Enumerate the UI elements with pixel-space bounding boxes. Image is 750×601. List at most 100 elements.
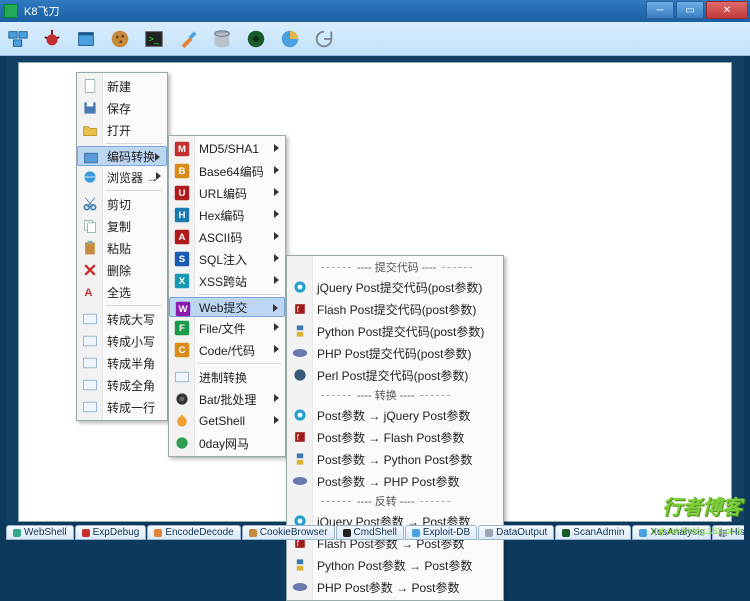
menu-item-label: URL编码 <box>199 185 247 202</box>
menu-item-label: 浏览器 → <box>107 169 158 186</box>
menu-item[interactable]: PHP Post提交代码(post参数) <box>287 342 503 364</box>
menu-item[interactable]: 保存 <box>77 97 167 119</box>
tab-label: CmdShell <box>354 527 397 538</box>
menu-item[interactable]: WWeb提交 <box>169 297 285 317</box>
menu-item[interactable]: 转成全角 <box>77 374 167 396</box>
tab-dataoutput[interactable]: DataOutput <box>478 525 554 540</box>
tab-icon <box>412 529 420 537</box>
menu-item-label: 转成半角 <box>107 355 155 372</box>
menu-item[interactable]: Python Post提交代码(post参数) <box>287 320 503 342</box>
menu-item[interactable]: BBase64编码 <box>169 160 285 182</box>
menu-item-label: Post参数 → jQuery Post参数 <box>317 407 470 424</box>
menu-item-label: 进制转换 <box>199 369 247 386</box>
bug-icon[interactable] <box>40 27 64 51</box>
h-icon: H <box>173 206 191 224</box>
window-icon[interactable] <box>74 27 98 51</box>
u-icon: U <box>173 184 191 202</box>
menu-item[interactable]: 打开 <box>77 119 167 141</box>
tab-exploit-db[interactable]: Exploit-DB <box>405 525 477 540</box>
menu-item-label: File/文件 <box>199 320 246 337</box>
half-icon <box>81 354 99 372</box>
menu-item[interactable]: A全选 <box>77 281 167 303</box>
menu-item[interactable]: Bat/批处理 <box>169 388 285 410</box>
tab-expdebug[interactable]: ExpDebug <box>75 525 147 540</box>
a-icon: A <box>173 228 191 246</box>
pl-icon <box>291 366 309 384</box>
menu-item[interactable]: 粘贴 <box>77 237 167 259</box>
svg-text:M: M <box>178 144 186 155</box>
menu-item-label: 新建 <box>107 78 131 95</box>
menu-item[interactable]: U URL编码 <box>169 182 285 204</box>
terminal-icon[interactable]: >_ <box>142 27 166 51</box>
menu-item-label: Bat/批处理 <box>199 391 256 408</box>
brush-icon[interactable] <box>176 27 200 51</box>
menu-item[interactable]: MMD5/SHA1 <box>169 138 285 160</box>
menu-item[interactable]: fFlash Post提交代码(post参数) <box>287 298 503 320</box>
tab-cookiebrowser[interactable]: CookieBrowser <box>242 525 335 540</box>
menu-item[interactable]: 浏览器 → <box>77 166 167 188</box>
screens-icon[interactable] <box>6 27 30 51</box>
menu-item-label: SQL注入 <box>199 251 247 268</box>
menu-item[interactable]: F File/文件 <box>169 317 285 339</box>
svg-text:H: H <box>179 210 186 221</box>
menu-item[interactable]: 进制转换 <box>169 366 285 388</box>
page-icon <box>81 77 99 95</box>
menu-item[interactable]: Post参数 → Python Post参数 <box>287 448 503 470</box>
tab-label: DataOutput <box>496 527 547 538</box>
menu-item[interactable]: 编码转换 <box>77 146 167 166</box>
menu-item[interactable]: 转成大写 <box>77 308 167 330</box>
menu-separator <box>197 363 281 364</box>
tab-label: ExpDebug <box>93 527 140 538</box>
copy-icon <box>81 217 99 235</box>
menu-item[interactable]: Python Post参数 → Post参数 <box>287 554 503 576</box>
svg-text:F: F <box>179 323 185 334</box>
piechart-icon[interactable] <box>278 27 302 51</box>
menu-item-label: Post参数 → Flash Post参数 <box>317 429 464 446</box>
menu-separator <box>105 305 163 306</box>
database-icon[interactable] <box>210 27 234 51</box>
menu-item[interactable]: 0day网马 <box>169 432 285 454</box>
menu-item[interactable]: HHex编码 <box>169 204 285 226</box>
tab-webshell[interactable]: WebShell <box>6 525 74 540</box>
menu-item[interactable]: Post参数 → PHP Post参数 <box>287 470 503 492</box>
tab-label: EncodeDecode <box>165 527 233 538</box>
chevron-right-icon <box>274 345 279 353</box>
menu-item[interactable]: CCode/代码 <box>169 339 285 361</box>
0d-icon <box>173 434 191 452</box>
tab-cmdshell[interactable]: CmdShell <box>336 525 404 540</box>
menu-item[interactable]: fPost参数 → Flash Post参数 <box>287 426 503 448</box>
svg-text:U: U <box>179 188 186 199</box>
menu-item[interactable]: Post参数 → jQuery Post参数 <box>287 404 503 426</box>
menu-item[interactable]: 新建 <box>77 75 167 97</box>
menu-item[interactable]: 转成小写 <box>77 330 167 352</box>
chevron-right-icon <box>273 304 278 312</box>
tab-encodedecode[interactable]: EncodeDecode <box>147 525 240 540</box>
menu-item[interactable]: 删除 <box>77 259 167 281</box>
menu-item[interactable]: PHP Post参数 → Post参数 <box>287 576 503 598</box>
disc-icon[interactable] <box>244 27 268 51</box>
menu-item[interactable]: 转成半角 <box>77 352 167 374</box>
tab-icon <box>485 529 493 537</box>
toolbar: >_ <box>0 22 750 56</box>
tab-scanadmin[interactable]: ScanAdmin <box>555 525 631 540</box>
menu-item[interactable]: 转成一行 <box>77 396 167 418</box>
menu-item[interactable]: jQuery Post提交代码(post参数) <box>287 276 503 298</box>
menu-item[interactable]: AASCII码 <box>169 226 285 248</box>
submenu-web-submit: ---- 提交代码 ----jQuery Post提交代码(post参数)fFl… <box>286 255 504 601</box>
menu-item-label: 转成一行 <box>107 399 155 416</box>
close-button[interactable]: ✕ <box>706 1 748 19</box>
menu-item[interactable]: 复制 <box>77 215 167 237</box>
svg-text:X: X <box>179 276 186 287</box>
menu-item[interactable]: 剪切 <box>77 193 167 215</box>
py-icon <box>291 556 309 574</box>
refresh-icon[interactable] <box>312 27 336 51</box>
maximize-button[interactable]: ▭ <box>676 1 704 19</box>
minimize-button[interactable]: ─ <box>646 1 674 19</box>
cookie-icon[interactable] <box>108 27 132 51</box>
menu-item[interactable]: SSQL注入 <box>169 248 285 270</box>
context-menu-main: 新建保存打开编码转换浏览器 → 剪切复制粘贴删除A全选转成大写转成小写转成半角转成… <box>76 72 168 421</box>
chevron-right-icon <box>274 276 279 284</box>
menu-item[interactable]: GetShell <box>169 410 285 432</box>
menu-item[interactable]: Perl Post提交代码(post参数) <box>287 364 503 386</box>
menu-item[interactable]: XXSS跨站 <box>169 270 285 292</box>
